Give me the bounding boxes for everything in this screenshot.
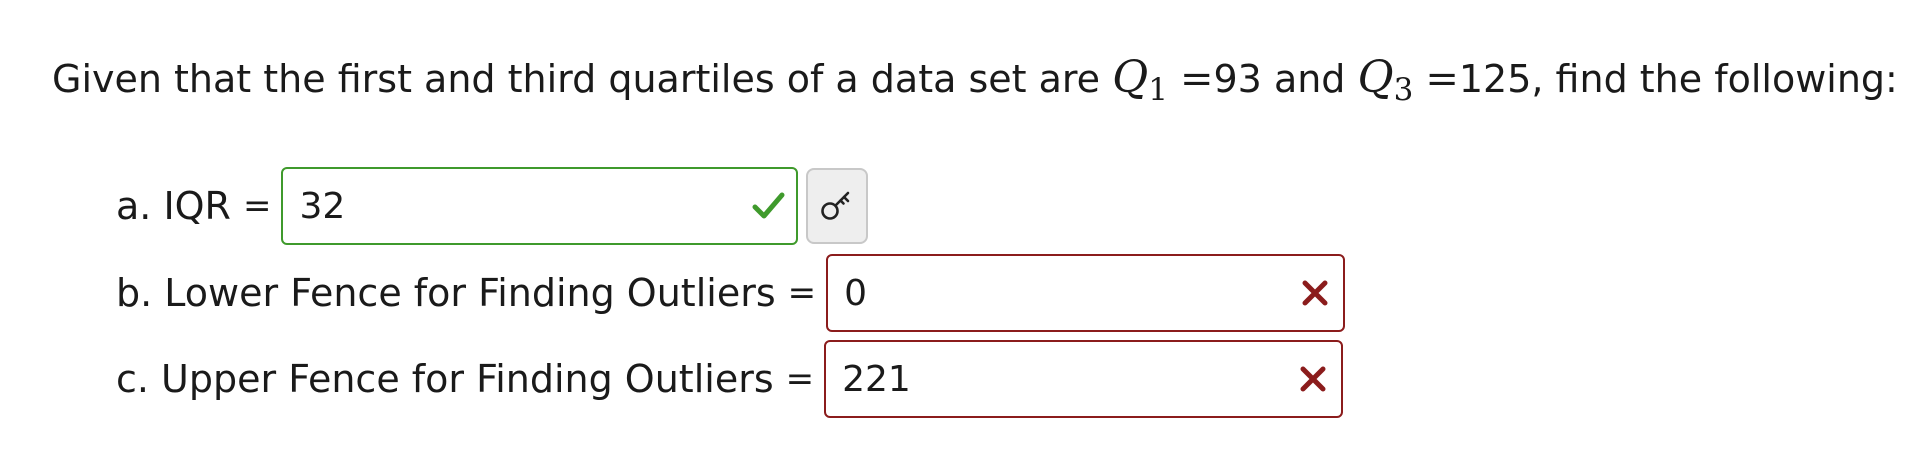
q1-equals: = bbox=[1179, 56, 1214, 102]
part-c-label: c. Upper Fence for Finding Outliers bbox=[116, 357, 774, 401]
upper-fence-answer-input[interactable]: 221 bbox=[824, 340, 1344, 418]
q1-value: 93 bbox=[1213, 57, 1262, 101]
question-suffix: , find the following: bbox=[1531, 57, 1898, 101]
show-answer-key-button[interactable] bbox=[806, 168, 869, 244]
q3-symbol: Q bbox=[1357, 52, 1394, 103]
question-prefix: Given that the first and third quartiles… bbox=[52, 57, 1101, 101]
iqr-answer-input[interactable]: 32 bbox=[281, 167, 799, 245]
part-a-equals: = bbox=[242, 186, 272, 226]
question-text: Given that the first and third quartiles… bbox=[52, 50, 1898, 118]
part-b-label: b. Lower Fence for Finding Outliers bbox=[116, 271, 776, 315]
lower-fence-answer-input[interactable]: 0 bbox=[826, 254, 1346, 332]
question-connector: and bbox=[1273, 57, 1346, 101]
key-icon bbox=[821, 191, 850, 220]
q1-subscript: 1 bbox=[1148, 72, 1168, 108]
checkmark-icon bbox=[752, 192, 785, 219]
part-a-label: a. IQR bbox=[116, 184, 231, 228]
iqr-answer-value: 32 bbox=[299, 185, 346, 227]
part-b-row: b. Lower Fence for Finding Outliers = 0 bbox=[116, 253, 1346, 333]
part-c-equals: = bbox=[785, 359, 815, 399]
q3-subscript: 3 bbox=[1393, 72, 1414, 108]
part-c-row: c. Upper Fence for Finding Outliers = 22… bbox=[116, 339, 1344, 419]
q1-math: Q1 =93 bbox=[1112, 52, 1274, 108]
x-mark-icon bbox=[1302, 280, 1328, 306]
lower-fence-answer-value: 0 bbox=[844, 272, 868, 314]
q3-math: Q3 =125 bbox=[1358, 52, 1532, 108]
upper-fence-answer-value: 221 bbox=[842, 358, 911, 400]
part-a-row: a. IQR = 32 bbox=[116, 166, 869, 246]
x-mark-icon bbox=[1300, 366, 1326, 392]
part-b-equals: = bbox=[787, 273, 817, 313]
q3-equals: = bbox=[1425, 56, 1459, 102]
q1-symbol: Q bbox=[1112, 52, 1149, 103]
q3-value: 125 bbox=[1458, 57, 1532, 101]
